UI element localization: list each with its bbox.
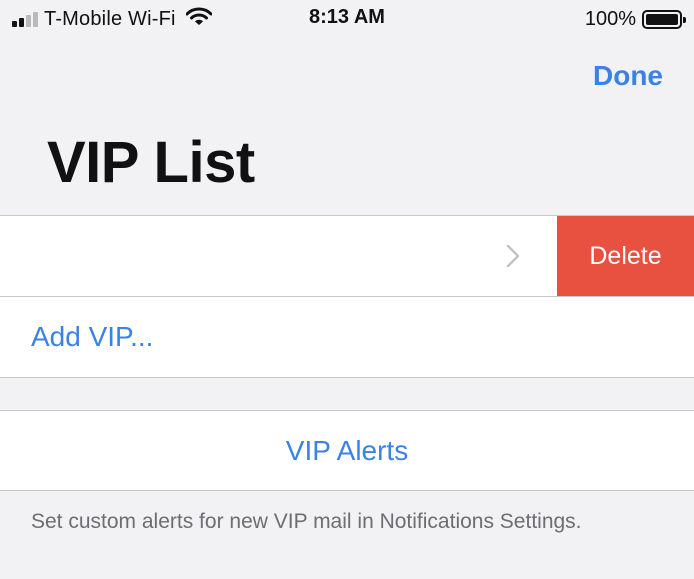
vip-contact-row[interactable]: Delete [0, 216, 694, 297]
delete-button[interactable]: Delete [557, 216, 694, 296]
battery-percent: 100% [584, 7, 636, 30]
chevron-right-icon [506, 244, 520, 273]
add-vip-button[interactable]: Add VIP... [31, 321, 153, 353]
status-bar: T-Mobile Wi-Fi 8:13 AM 100% [0, 0, 694, 38]
vip-alerts-button[interactable]: VIP Alerts [0, 411, 694, 490]
battery-icon [642, 9, 686, 29]
status-right: 100% [584, 6, 686, 32]
vip-list-group: Delete Add VIP... [0, 215, 694, 378]
vip-alerts-footer: Set custom alerts for new VIP mail in No… [31, 510, 582, 533]
page-title: VIP List [47, 130, 255, 195]
vip-alerts-group: VIP Alerts [0, 410, 694, 491]
done-button[interactable]: Done [593, 60, 663, 92]
